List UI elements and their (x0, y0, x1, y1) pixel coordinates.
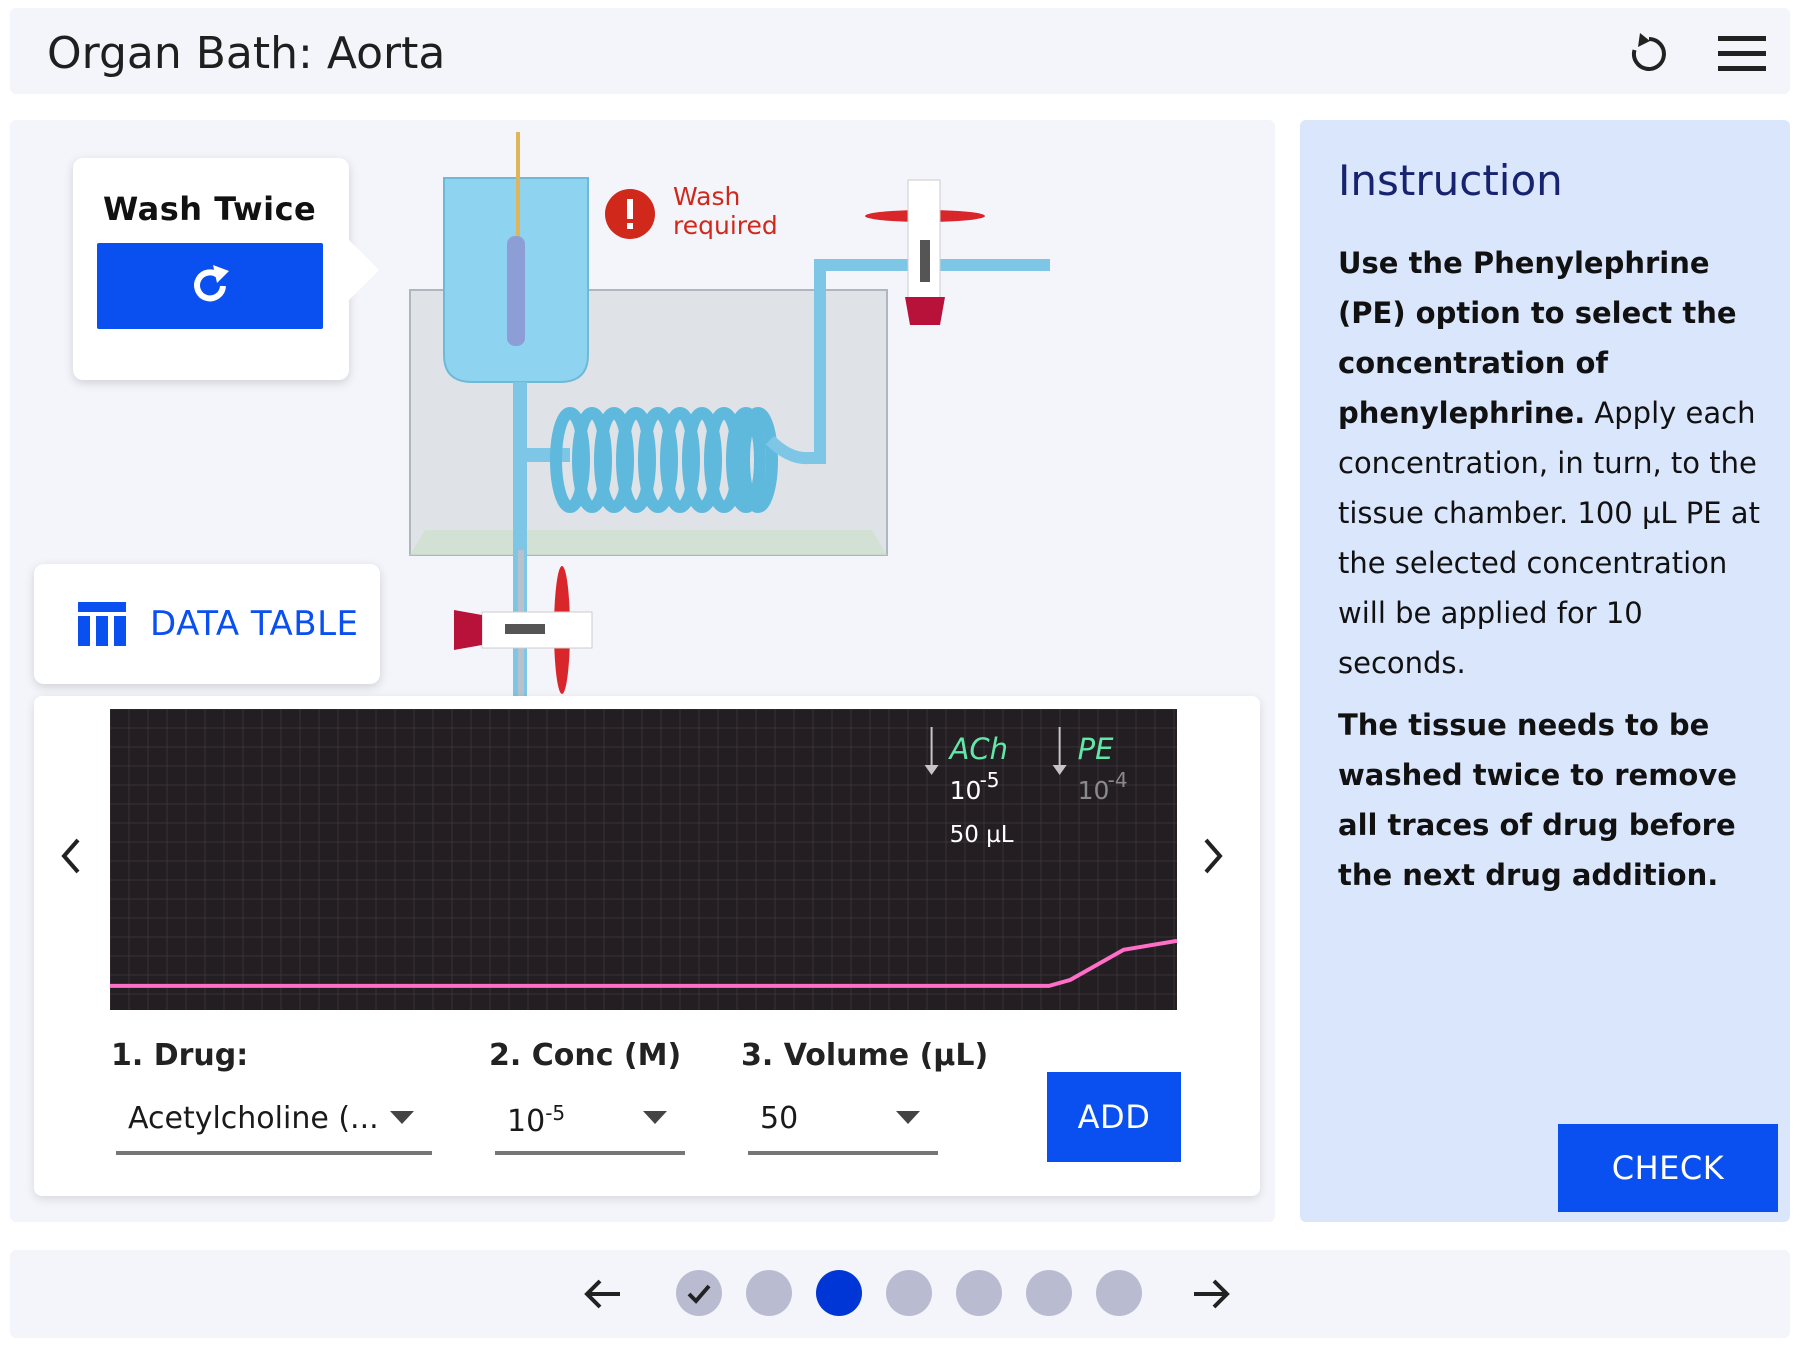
checkmark-icon (687, 1284, 711, 1304)
step-dot[interactable] (886, 1270, 932, 1316)
arrow-left-icon[interactable] (580, 1270, 628, 1318)
drug-label: 1. Drug: (111, 1038, 249, 1073)
reset-icon[interactable] (1626, 31, 1672, 77)
step-dot[interactable] (1026, 1270, 1072, 1316)
instruction-p1-text: Apply each concentration, in turn, to th… (1338, 396, 1760, 680)
step-dot[interactable] (746, 1270, 792, 1316)
instruction-paragraph-1: Use the Phenylephrine (PE) option to sel… (1338, 238, 1768, 688)
chevron-down-icon (643, 1111, 667, 1124)
arrow-right-icon[interactable] (1186, 1270, 1234, 1318)
organ-bath-stage: Wash Twice Wash required DATA TABLE ACh 1… (10, 120, 1275, 1222)
chart-card: ACh 10 -5 50 µL PE 10 -4 1. Drug: Acetylcholin… (34, 696, 1260, 1196)
chart-background (110, 709, 1177, 1010)
conc-label: 2. Conc (M) (489, 1038, 682, 1073)
volume-label: 3. Volume (µL) (741, 1038, 989, 1073)
volume-value: 50 (760, 1101, 799, 1136)
step-dot[interactable] (956, 1270, 1002, 1316)
step-dot[interactable] (1096, 1270, 1142, 1316)
step-dot[interactable] (816, 1270, 862, 1316)
table-icon (78, 602, 126, 646)
drug-value: Acetylcholine (... (128, 1101, 379, 1136)
marker-conc-exponent: -5 (980, 768, 1000, 792)
marker-drug-label: PE (1078, 732, 1114, 766)
conc-select[interactable]: 10-5 (495, 1089, 685, 1155)
wash-button[interactable] (97, 243, 323, 329)
conc-value: 10-5 (507, 1101, 565, 1139)
marker-drug-label: ACh (948, 732, 1008, 766)
chevron-down-icon (390, 1111, 414, 1124)
wash-title: Wash Twice (103, 190, 317, 228)
tension-chart: ACh10-550 µLPE10-4 (110, 709, 1177, 1010)
instruction-title: Instruction (1338, 156, 1563, 205)
app-title: Organ Bath: Aorta (47, 28, 446, 79)
data-table-button[interactable]: DATA TABLE (34, 564, 380, 684)
marker-conc-label: 10 (950, 776, 982, 805)
conc-base: 10 (507, 1104, 546, 1139)
instruction-body: Use the Phenylephrine (PE) option to sel… (1338, 238, 1768, 912)
instruction-panel: Instruction Use the Phenylephrine (PE) o… (1300, 120, 1790, 1222)
instruction-p2-bold: The tissue needs to be washed twice to r… (1338, 708, 1737, 892)
refresh-icon (194, 265, 229, 302)
hamburger-menu-icon[interactable] (1714, 34, 1770, 74)
exclamation-icon (604, 188, 656, 244)
chevron-right-icon[interactable] (1192, 826, 1232, 886)
chevron-left-icon[interactable] (52, 826, 92, 886)
check-button[interactable]: CHECK (1558, 1124, 1778, 1212)
conc-exponent: -5 (545, 1101, 566, 1125)
marker-conc-exponent: -4 (1108, 768, 1128, 792)
marker-conc-label: 10 (1078, 776, 1110, 805)
marker-volume-label: 50 µL (950, 822, 1014, 848)
drug-select[interactable]: Acetylcholine (... (116, 1089, 432, 1155)
volume-select[interactable]: 50 (748, 1089, 938, 1155)
step-pager (10, 1250, 1790, 1338)
data-table-label: DATA TABLE (150, 604, 359, 644)
step-dot[interactable] (676, 1270, 722, 1316)
top-bar: Organ Bath: Aorta (10, 8, 1790, 94)
add-button[interactable]: ADD (1047, 1072, 1181, 1162)
instruction-paragraph-2: The tissue needs to be washed twice to r… (1338, 700, 1768, 900)
wash-required-label: Wash required (673, 182, 778, 240)
chevron-down-icon (896, 1111, 920, 1124)
wash-card: Wash Twice (73, 158, 379, 380)
